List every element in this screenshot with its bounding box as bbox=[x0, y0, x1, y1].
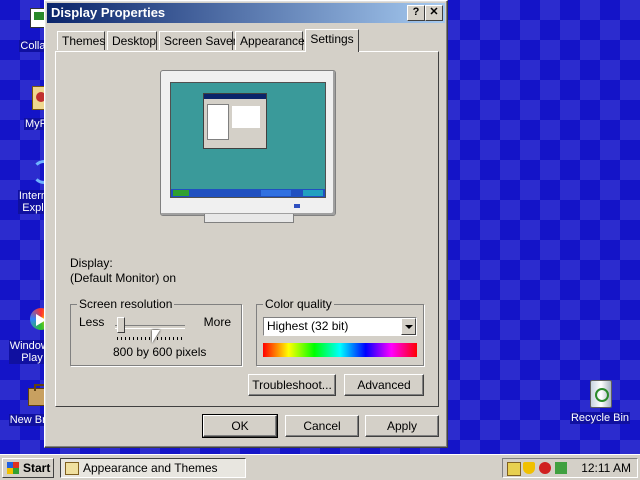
display-properties-window: Display Properties ? ✕ Themes Desktop Sc… bbox=[44, 0, 448, 448]
sync-icon[interactable] bbox=[555, 462, 567, 474]
settings-panel: Display: (Default Monitor) on Screen res… bbox=[55, 51, 439, 407]
advanced-button[interactable]: Advanced bbox=[344, 374, 424, 396]
taskbar: Start Appearance and Themes 12:11 AM bbox=[0, 454, 640, 480]
start-label: Start bbox=[23, 461, 51, 475]
alert-icon[interactable] bbox=[539, 462, 551, 474]
troubleshoot-button[interactable]: Troubleshoot... bbox=[248, 374, 336, 396]
display-label: Display: bbox=[70, 256, 113, 270]
resolution-slider-thumb[interactable] bbox=[117, 317, 125, 333]
color-quality-legend: Color quality bbox=[263, 297, 334, 311]
monitor-stand bbox=[204, 214, 294, 223]
screen-resolution-legend: Screen resolution bbox=[77, 297, 175, 311]
monitor-preview bbox=[160, 70, 336, 223]
resolution-slider-ticks bbox=[117, 337, 185, 340]
network-icon[interactable] bbox=[507, 462, 521, 476]
clock[interactable]: 12:11 AM bbox=[581, 461, 631, 475]
display-value: (Default Monitor) on bbox=[70, 271, 177, 285]
system-tray: 12:11 AM bbox=[502, 458, 638, 478]
chevron-down-icon bbox=[405, 325, 413, 329]
windows-logo-icon bbox=[7, 462, 19, 474]
tab-settings[interactable]: Settings bbox=[305, 29, 359, 52]
resolution-less-label: Less bbox=[79, 315, 105, 329]
window-title: Display Properties bbox=[51, 5, 166, 20]
dropdown-arrow-button[interactable] bbox=[401, 318, 416, 335]
tab-screen-saver[interactable]: Screen Saver bbox=[159, 31, 237, 50]
taskbar-item-appearance-and-themes[interactable]: Appearance and Themes bbox=[60, 458, 246, 478]
desktop-icon-label: Recycle Bin bbox=[569, 412, 631, 424]
apply-button[interactable]: Apply bbox=[365, 415, 439, 437]
color-spectrum-bar bbox=[263, 343, 417, 357]
preview-taskbar bbox=[171, 189, 325, 197]
color-quality-selected: Highest (32 bit) bbox=[267, 319, 349, 333]
control-panel-icon bbox=[65, 462, 79, 475]
desktop-icon-recycle-bin[interactable]: Recycle Bin bbox=[568, 378, 632, 424]
resolution-more-label: More bbox=[203, 315, 231, 329]
resolution-slider-track[interactable] bbox=[115, 325, 185, 329]
mouse-cursor-icon bbox=[152, 330, 160, 343]
ok-button[interactable]: OK bbox=[202, 414, 278, 438]
color-quality-select[interactable]: Highest (32 bit) bbox=[263, 317, 417, 336]
tab-appearance[interactable]: Appearance bbox=[235, 31, 305, 50]
resolution-value: 800 by 600 pixels bbox=[113, 345, 207, 359]
help-button[interactable]: ? bbox=[407, 5, 425, 21]
title-bar[interactable]: Display Properties ? ✕ bbox=[47, 3, 445, 23]
recycle-bin-icon bbox=[584, 378, 616, 410]
preview-window bbox=[203, 93, 267, 149]
cancel-button[interactable]: Cancel bbox=[285, 415, 359, 437]
security-shield-icon[interactable] bbox=[523, 462, 535, 474]
start-button[interactable]: Start bbox=[2, 458, 54, 478]
taskbar-item-label: Appearance and Themes bbox=[83, 461, 218, 475]
tab-themes[interactable]: Themes bbox=[57, 31, 105, 50]
color-quality-group: Color quality Highest (32 bit) bbox=[256, 297, 424, 366]
close-button[interactable]: ✕ bbox=[425, 5, 443, 21]
monitor-screen bbox=[170, 82, 326, 198]
monitor-power-led bbox=[294, 204, 300, 208]
tab-desktop[interactable]: Desktop bbox=[107, 31, 157, 50]
